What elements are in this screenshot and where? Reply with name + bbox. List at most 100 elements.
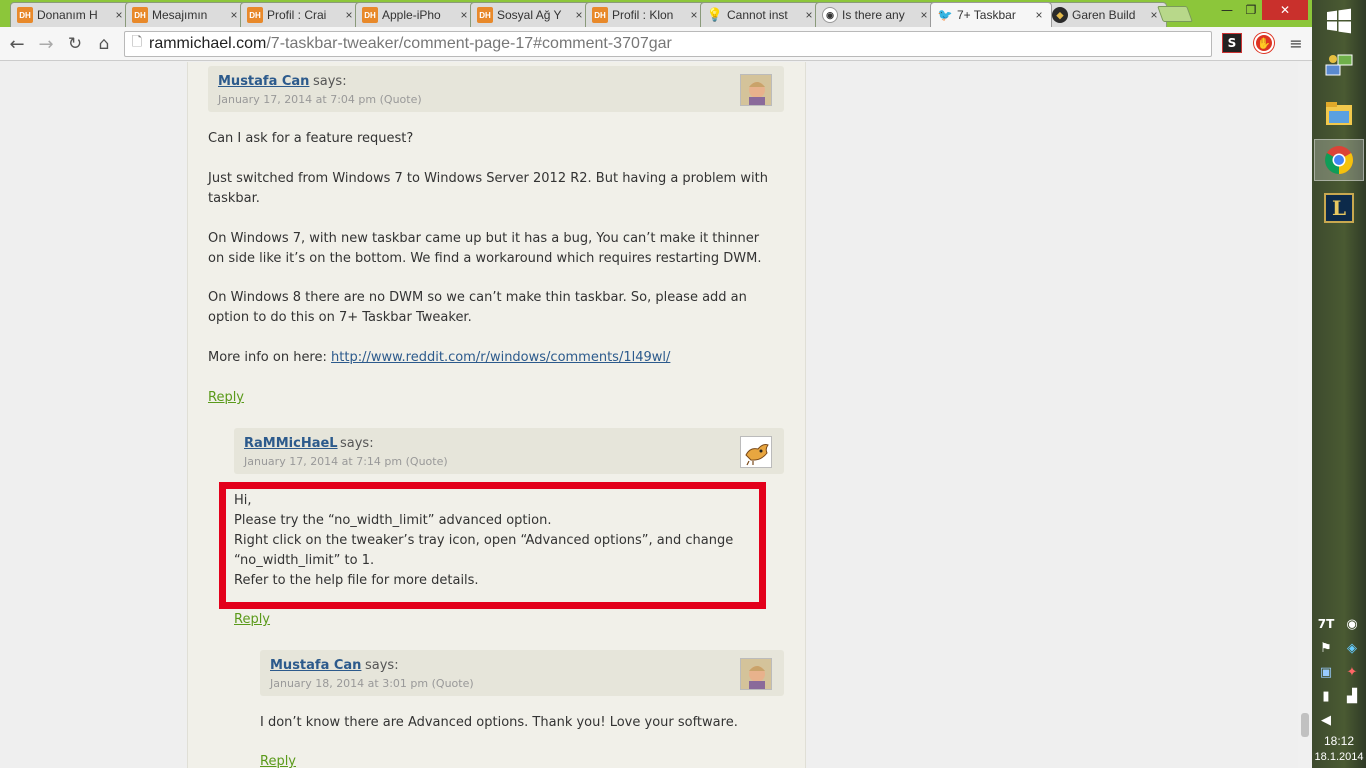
- dh-icon: DH: [477, 7, 493, 23]
- new-tab-button[interactable]: [1157, 6, 1193, 22]
- reply-link[interactable]: Reply: [260, 754, 296, 768]
- more-info-label: More info on here:: [208, 350, 332, 365]
- close-tab-icon[interactable]: ×: [688, 8, 700, 22]
- address-bar[interactable]: 🗋 rammichael.com/7-taskbar-tweaker/comme…: [124, 31, 1212, 57]
- close-tab-icon[interactable]: ×: [918, 8, 930, 22]
- close-tab-icon[interactable]: ×: [113, 8, 125, 22]
- 7tt-tray-icon[interactable]: 7T: [1318, 616, 1335, 632]
- taskbar-network-app[interactable]: [1314, 44, 1364, 86]
- says-label: says:: [365, 658, 399, 673]
- close-tab-icon[interactable]: ×: [343, 8, 355, 22]
- battery-icon[interactable]: ▮: [1318, 688, 1334, 704]
- forward-button[interactable]: →: [34, 32, 58, 56]
- windows-logo-icon: [1327, 8, 1351, 34]
- tab-title: 7+ Taskbar: [957, 8, 1016, 22]
- garen-icon: ◆: [1052, 7, 1068, 23]
- comment-body: I don’t know there are Advanced options.…: [260, 715, 738, 730]
- dh-icon: DH: [362, 7, 378, 23]
- taskbar-league-of-legends[interactable]: L: [1314, 187, 1364, 229]
- tab-strip: DH Donanım H × DH Mesajımın × DH Profil …: [0, 0, 1312, 27]
- tab-title: Mesajımın: [152, 8, 208, 22]
- close-window-button[interactable]: ✕: [1262, 0, 1308, 20]
- flag-icon[interactable]: ⚑: [1318, 640, 1334, 656]
- close-tab-icon[interactable]: ×: [458, 8, 470, 22]
- comment-line: On Windows 7, with new taskbar came up b…: [208, 231, 760, 246]
- tab-title: Is there any: [842, 8, 905, 22]
- avatar: [740, 436, 772, 468]
- reload-button[interactable]: ↻: [63, 32, 87, 56]
- tab-title: Sosyal Ağ Y: [497, 8, 562, 22]
- says-label: says:: [340, 436, 374, 451]
- comment-line: On Windows 8 there are no DWM so we can’…: [208, 290, 747, 305]
- close-tab-icon[interactable]: ×: [228, 8, 240, 22]
- home-button[interactable]: ⌂: [92, 32, 116, 56]
- url-path: /7-taskbar-tweaker/comment-page-17#comme…: [266, 35, 672, 52]
- comment-date[interactable]: January 18, 2014 at 3:01 pm (Quote): [270, 677, 474, 690]
- dh-icon: DH: [592, 7, 608, 23]
- dh-icon: DH: [247, 7, 263, 23]
- media-icon[interactable]: ◉: [1344, 616, 1360, 632]
- avatar: [740, 658, 772, 690]
- comment-paragraph: Can I ask for a feature request?: [208, 129, 413, 149]
- comment-author-link[interactable]: Mustafa Can: [270, 658, 361, 673]
- reddit-icon: ◉: [822, 7, 838, 23]
- close-tab-icon[interactable]: ×: [803, 8, 815, 22]
- signal-icon[interactable]: ▟: [1344, 688, 1360, 704]
- taskbar-file-explorer[interactable]: [1314, 92, 1364, 134]
- scrollbar[interactable]: [1298, 62, 1312, 768]
- comment-paragraph: On Windows 7, with new taskbar came up b…: [208, 229, 761, 269]
- tab-7-taskbar[interactable]: 🐦 7+ Taskbar ×: [930, 2, 1052, 27]
- comment-author-link[interactable]: RaMMicHaeL: [244, 436, 338, 451]
- minimize-button[interactable]: —: [1214, 0, 1240, 20]
- comment-author-link[interactable]: Mustafa Can: [218, 74, 309, 89]
- tab-profil-klon[interactable]: DH Profil : Klon ×: [585, 2, 707, 27]
- tab-donanim[interactable]: DH Donanım H ×: [10, 2, 132, 27]
- close-tab-icon[interactable]: ×: [1033, 8, 1045, 22]
- start-button[interactable]: [1314, 0, 1364, 42]
- tab-title: Donanım H: [37, 8, 98, 22]
- close-tab-icon[interactable]: ×: [573, 8, 585, 22]
- tab-apple-iphone[interactable]: DH Apple-iPho ×: [355, 2, 477, 27]
- tab-mesajimin[interactable]: DH Mesajımın ×: [125, 2, 247, 27]
- reply-link[interactable]: Reply: [234, 612, 270, 627]
- tab-title: Profil : Crai: [267, 8, 327, 22]
- back-button[interactable]: ←: [5, 32, 29, 56]
- dh-icon: DH: [17, 7, 33, 23]
- comment-date[interactable]: January 17, 2014 at 7:14 pm (Quote): [244, 455, 448, 468]
- comment-paragraph: Just switched from Windows 7 to Windows …: [208, 169, 768, 209]
- security-icon[interactable]: ✦: [1344, 664, 1360, 680]
- extension-s-icon[interactable]: S: [1222, 33, 1242, 53]
- comment-paragraph: More info on here: http://www.reddit.com…: [208, 348, 670, 368]
- bird-avatar-icon: [741, 437, 771, 467]
- tab-is-there-any[interactable]: ◉ Is there any ×: [815, 2, 937, 27]
- windows-taskbar: L 7T ◉ ⚑ ◈ ▣ ✦ ▮ ▟ ◀: [1312, 0, 1366, 768]
- taskbar-chrome[interactable]: [1314, 139, 1364, 181]
- avatar: [740, 74, 772, 106]
- lightbulb-icon: 💡: [706, 7, 724, 22]
- comment-line: Can I ask for a feature request?: [208, 131, 414, 146]
- tab-cannot-install[interactable]: 💡 Cannot inst ×: [700, 2, 822, 27]
- maximize-button[interactable]: ❐: [1240, 0, 1262, 20]
- comment-line: option to do this on 7+ Taskbar Tweaker.: [208, 310, 472, 325]
- tab-profil-craig[interactable]: DH Profil : Crai ×: [240, 2, 362, 27]
- avatar-image: [741, 75, 771, 105]
- clock-date[interactable]: 18.1.2014: [1312, 751, 1366, 763]
- volume-icon[interactable]: ◀: [1318, 712, 1334, 728]
- tab-garen-build[interactable]: ◆ Garen Build ×: [1045, 2, 1167, 27]
- monitor-icon[interactable]: ▣: [1318, 664, 1334, 680]
- menu-icon[interactable]: ≡: [1284, 31, 1308, 55]
- scrollbar-thumb[interactable]: [1301, 713, 1309, 737]
- clock-time[interactable]: 18:12: [1312, 734, 1366, 748]
- reply-link[interactable]: Reply: [208, 390, 244, 405]
- comment-line: taskbar.: [208, 191, 260, 206]
- page-icon: 🗋: [131, 34, 143, 49]
- browser-toolbar: ← → ↻ ⌂ 🗋 rammichael.com/7-taskbar-tweak…: [0, 27, 1312, 61]
- network-status-icon[interactable]: ◈: [1344, 640, 1360, 656]
- url-host: rammichael.com: [149, 35, 267, 52]
- network-icon: [1325, 54, 1353, 76]
- reddit-link[interactable]: http://www.reddit.com/r/windows/comments…: [331, 350, 670, 365]
- adblock-icon[interactable]: ✋: [1254, 33, 1274, 53]
- bird-icon: 🐦: [937, 8, 953, 22]
- tab-sosyal-ag[interactable]: DH Sosyal Ağ Y ×: [470, 2, 592, 27]
- comment-date[interactable]: January 17, 2014 at 7:04 pm (Quote): [218, 93, 422, 106]
